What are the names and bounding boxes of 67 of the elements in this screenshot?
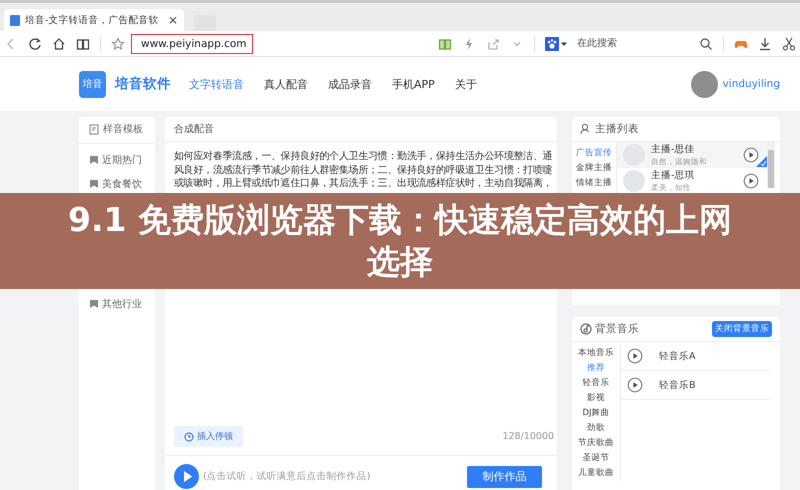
play-icon[interactable]	[743, 172, 759, 188]
category-tab[interactable]: 推荐	[587, 361, 605, 376]
nav-link[interactable]: 关于	[454, 76, 477, 92]
play-icon[interactable]	[174, 464, 199, 489]
banner-title: 9.1 免费版浏览器下载：快速稳定高效的上网选择	[67, 199, 733, 283]
category-tab[interactable]: 本地音乐	[578, 346, 614, 361]
insert-pause-button[interactable]: 插入停顿	[174, 426, 243, 447]
download-icon[interactable]	[758, 36, 772, 50]
voice-name: 主播-思佳	[651, 142, 696, 156]
scrollbar[interactable]	[767, 142, 775, 188]
bookmark-icon	[89, 299, 99, 309]
category-tab[interactable]: 节庆歌曲	[578, 436, 614, 451]
page-icon	[10, 14, 20, 26]
search-field[interactable]: 在此搜索	[577, 38, 689, 49]
person-icon	[580, 123, 592, 135]
user-avatar[interactable]	[690, 70, 718, 98]
caret-icon[interactable]	[561, 40, 567, 46]
voice-name: 主播-思琪	[651, 168, 696, 182]
username[interactable]: vinduyiling	[722, 78, 780, 90]
sidebar-item[interactable]: 美食餐饮	[102, 177, 142, 191]
script-text[interactable]: 如何应对春季流感，一、保持良好的个人卫生习惯：勤洗手，保持生活办公环境整洁、通风良好，流感流行季节减少前往人群密集场所；二、保持良好的呼吸道卫生习惯：打喷嚏或咳嗽时，用上臂或纸巾遮住口鼻，其后洗手；三、出现流感样症状时，主动自我隔离，	[174, 150, 554, 190]
check-icon	[756, 156, 767, 167]
sidebar-item[interactable]: 近期热门	[102, 153, 142, 167]
make-button[interactable]: 制作作品	[467, 466, 542, 488]
play-icon[interactable]	[627, 377, 643, 393]
category-tab[interactable]: 金牌主播	[576, 161, 612, 176]
bookmark-icon	[89, 179, 99, 189]
category-tab[interactable]: 影视	[587, 391, 605, 406]
refresh-icon[interactable]	[28, 36, 42, 50]
track-name[interactable]: 轻音乐B	[659, 378, 696, 392]
music-note-icon	[580, 323, 592, 335]
panel-title: 主播列表	[595, 122, 639, 136]
nav-link[interactable]: 真人配音	[264, 76, 308, 92]
close-tab-button[interactable]: ×	[168, 13, 178, 27]
nav-link[interactable]: 成品录音	[328, 76, 372, 92]
play-icon[interactable]	[627, 348, 643, 364]
character-count: 128/10000	[502, 431, 554, 442]
track-name[interactable]: 轻音乐A	[659, 350, 696, 362]
category-tab[interactable]: 轻音乐	[582, 376, 610, 391]
paw-icon[interactable]	[545, 36, 559, 50]
category-tab[interactable]: 儿童歌曲	[578, 466, 614, 481]
template-icon	[89, 124, 100, 134]
bookmark-icon	[89, 155, 99, 165]
book-icon[interactable]	[76, 36, 90, 50]
home-icon[interactable]	[52, 36, 66, 50]
category-tab[interactable]: DJ舞曲	[582, 406, 610, 421]
category-tab[interactable]: 情绪主播	[576, 176, 612, 191]
category-tab[interactable]: 圣诞节	[582, 451, 610, 466]
close-music-button[interactable]: 关闭背景音乐	[712, 321, 772, 337]
preview-hint: (点击试听，试听满意后点击制作作品)	[203, 470, 372, 483]
category-tab[interactable]: 广告宣传	[576, 146, 612, 161]
panel-title: 背景音乐	[595, 322, 639, 336]
clock-icon	[184, 432, 194, 442]
scissors-icon[interactable]	[782, 36, 796, 50]
sidebar-item[interactable]: 其他行业	[102, 297, 142, 311]
search-icon[interactable]	[699, 36, 713, 50]
category-tab[interactable]: 劲歌	[587, 421, 605, 436]
star-icon[interactable]	[111, 36, 125, 50]
voice-avatar	[623, 170, 645, 192]
browser-tab[interactable]: 培音-文字转语音，广告配音软 ×	[4, 9, 184, 31]
panel-title: 合成配音	[174, 122, 214, 136]
sidebar-title: 样音模板	[103, 122, 143, 136]
nav-link[interactable]: 手机APP	[392, 76, 435, 92]
nav-link[interactable]: 文字转语音	[189, 76, 244, 92]
address-bar[interactable]: www.peiyinapp.com	[131, 34, 253, 54]
play-icon[interactable]	[743, 146, 759, 162]
brand-name: 培音软件	[115, 75, 171, 93]
